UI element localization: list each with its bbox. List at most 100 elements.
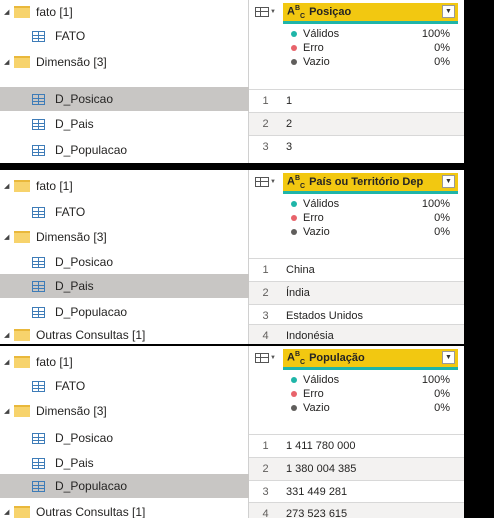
table-menu-button[interactable]: ▼ [249, 0, 282, 24]
nav-item-d-posicao[interactable]: D_Posicao [0, 250, 278, 274]
column-quality: Válidos 100% Erro 0% Vazio 0% [283, 197, 458, 255]
table-row[interactable]: 1 1 411 780 000 [249, 434, 464, 457]
table-row[interactable]: 11 [249, 89, 464, 112]
row-number: 3 [262, 486, 269, 498]
quality-error: Erro 0% [283, 387, 458, 401]
nav-group-outras-consultas[interactable]: ◢ Outras Consultas [1] [0, 500, 250, 518]
nav-group-fato[interactable]: ◢ fato [1] [0, 350, 250, 374]
quality-error: Erro 0% [283, 41, 458, 55]
table-menu-icon [255, 177, 270, 187]
table-icon [32, 30, 45, 42]
folder-icon [14, 180, 30, 192]
nav-item-d-populacao[interactable]: D_Populacao [0, 474, 278, 498]
table-icon [32, 256, 45, 268]
folder-icon [14, 56, 30, 68]
row-value[interactable]: 1 380 004 385 [282, 463, 356, 475]
nav-group-dimensao[interactable]: ◢ Dimensão [3] [0, 225, 250, 249]
folder-icon [14, 231, 30, 243]
valid-dot-icon [291, 377, 297, 384]
nav-item-d-populacao[interactable]: D_Populacao [0, 138, 278, 162]
nav-item-d-pais[interactable]: D_Pais [0, 112, 278, 136]
row-value[interactable]: 273 523 615 [282, 508, 347, 518]
valid-dot-icon [291, 201, 297, 208]
nav-group-dimensao[interactable]: ◢ Dimensão [3] [0, 399, 250, 423]
nav-item-d-posicao[interactable]: D_Posicao [0, 87, 278, 111]
column-filter-dropdown[interactable]: ▼ [442, 351, 455, 364]
collapse-caret-icon[interactable]: ◢ [4, 331, 14, 339]
nav-group-fato[interactable]: ◢ fato [1] [0, 174, 250, 198]
nav-item-fato[interactable]: FATO [0, 374, 278, 398]
nav-item-fato[interactable]: FATO [0, 200, 278, 224]
nav-item-fato[interactable]: FATO [0, 24, 278, 48]
empty-dot-icon [291, 59, 297, 66]
query-panel-2: ◢ fato [1] FATO ◢ Dimensão [3] D_Posicao D… [0, 170, 464, 344]
collapse-caret-icon[interactable]: ◢ [4, 508, 14, 516]
table-row[interactable]: 22 [249, 112, 464, 135]
column-name: Posiçao [309, 6, 352, 18]
nav-group-fato[interactable]: ◢ fato [1] [0, 0, 250, 24]
nav-label: D_Populacao [55, 143, 128, 157]
table-menu-button[interactable]: ▼ [249, 346, 282, 370]
row-value[interactable]: 331 449 281 [282, 486, 347, 498]
table-row[interactable]: 33 [249, 135, 464, 158]
nav-item-d-pais[interactable]: D_Pais [0, 274, 278, 298]
column-quality: Válidos 100% Erro 0% Vazio 0% [283, 27, 458, 85]
query-panel-3: ◢ fato [1] FATO ◢ Dimensão [3] D_Posicao D… [0, 346, 464, 518]
nav-group-outras-consultas[interactable]: ◢ Outras Consultas [1] [0, 323, 250, 344]
row-value[interactable]: 1 [282, 95, 292, 107]
collapse-caret-icon[interactable]: ◢ [4, 358, 14, 366]
text-type-icon[interactable]: ABC [287, 5, 305, 20]
nav-label: FATO [55, 379, 86, 393]
table-row[interactable]: 4 273 523 615 [249, 502, 464, 518]
row-number: 1 [262, 264, 269, 276]
column-filter-dropdown[interactable]: ▼ [442, 5, 455, 18]
column-filter-dropdown[interactable]: ▼ [442, 175, 455, 188]
quality-empty: Vazio 0% [283, 401, 458, 415]
table-row[interactable]: 1 China [249, 258, 464, 281]
nav-label: D_Posicao [55, 255, 114, 269]
quality-valid: Válidos 100% [283, 373, 458, 387]
table-row[interactable]: 4 Indonésia [249, 324, 464, 344]
nav-item-d-populacao[interactable]: D_Populacao [0, 300, 278, 324]
row-value[interactable]: 1 411 780 000 [282, 440, 356, 452]
row-value[interactable]: Estados Unidos [282, 310, 363, 322]
row-value[interactable]: Índia [282, 287, 310, 299]
table-menu-button[interactable]: ▼ [249, 170, 282, 194]
collapse-caret-icon[interactable]: ◢ [4, 8, 14, 16]
row-value[interactable]: 2 [282, 118, 292, 130]
collapse-caret-icon[interactable]: ◢ [4, 58, 14, 66]
nav-label: FATO [55, 205, 86, 219]
row-value[interactable]: Indonésia [282, 330, 334, 342]
column-header[interactable]: ABC População ▼ [283, 349, 458, 370]
row-value[interactable]: China [282, 264, 315, 276]
nav-item-d-posicao[interactable]: D_Posicao [0, 426, 278, 450]
quality-valid: Válidos 100% [283, 27, 458, 41]
nav-group-dimensao[interactable]: ◢ Dimensão [3] [0, 50, 250, 74]
row-number: 3 [262, 141, 269, 153]
table-row[interactable]: 2 Índia [249, 281, 464, 304]
data-grid: ▼ ABC População ▼ Válidos 100% Erro 0% Vaz… [249, 346, 464, 518]
nav-label: D_Populacao [55, 479, 128, 493]
chevron-down-icon: ▼ [270, 9, 276, 15]
text-type-icon[interactable]: ABC [287, 175, 305, 190]
row-value[interactable]: 3 [282, 141, 292, 153]
collapse-caret-icon[interactable]: ◢ [4, 407, 14, 415]
column-quality: Válidos 100% Erro 0% Vazio 0% [283, 373, 458, 431]
table-menu-icon [255, 353, 270, 363]
queries-pane: ◢ fato [1] FATO ◢ Dimensão [3] D_Posicao D… [0, 170, 278, 344]
nav-label: Dimensão [3] [36, 55, 107, 69]
column-header[interactable]: ABC País ou Território Dep ▼ [283, 173, 458, 194]
nav-item-d-pais[interactable]: D_Pais [0, 451, 278, 475]
empty-dot-icon [291, 405, 297, 412]
collapse-caret-icon[interactable]: ◢ [4, 182, 14, 190]
column-name: População [309, 352, 365, 364]
text-type-icon[interactable]: ABC [287, 351, 305, 366]
collapse-caret-icon[interactable]: ◢ [4, 233, 14, 241]
column-header[interactable]: ABC Posiçao ▼ [283, 3, 458, 24]
row-number: 2 [262, 287, 269, 299]
chevron-down-icon: ▼ [270, 179, 276, 185]
error-dot-icon [291, 391, 297, 398]
table-row[interactable]: 3 331 449 281 [249, 480, 464, 503]
table-row[interactable]: 2 1 380 004 385 [249, 457, 464, 480]
row-number: 4 [262, 508, 269, 518]
